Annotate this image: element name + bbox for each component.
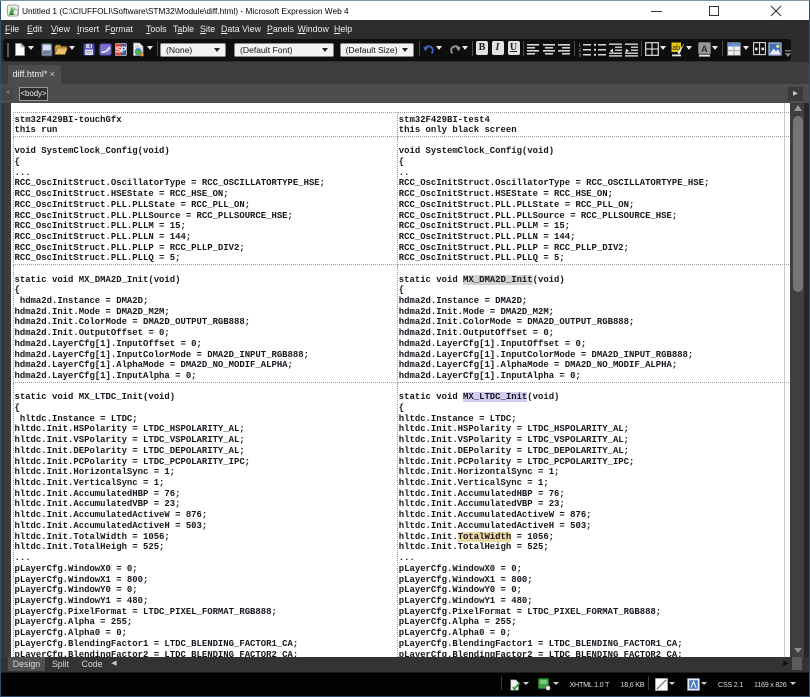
svg-text:3: 3 [579, 52, 582, 56]
svg-text:P: P [121, 44, 127, 54]
svg-text:A: A [701, 44, 708, 54]
